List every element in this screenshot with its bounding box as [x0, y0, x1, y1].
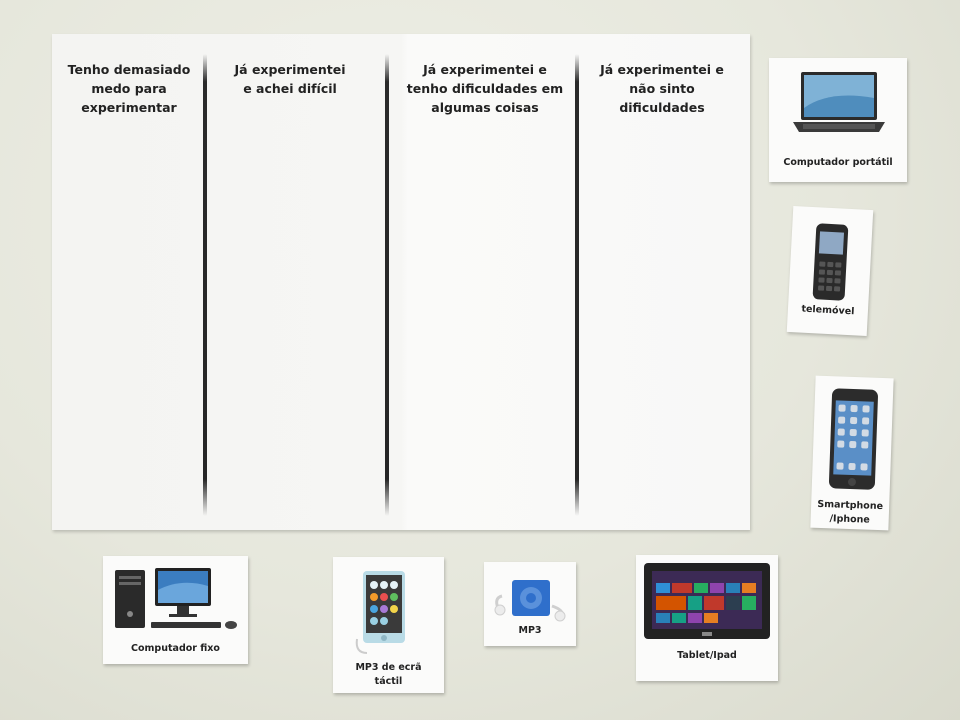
card-label: Computador portátil: [783, 157, 893, 168]
mobile-phone-icon: [812, 223, 849, 301]
card-smartphone[interactable]: Smartphone /Iphone: [810, 375, 894, 531]
card-label: Computador fixo: [131, 643, 220, 654]
column-title-found-difficult: Já experimentei e achei difícil: [234, 62, 346, 96]
card-mp3[interactable]: MP3: [484, 562, 576, 646]
card-mobile-phone[interactable]: telemóvel: [786, 205, 874, 337]
smartphone-icon: [828, 388, 878, 490]
column-divider: [203, 54, 207, 516]
column-title-no-difficulties: Já experimentei e não sinto dificuldades: [600, 62, 724, 115]
card-label: MP3: [518, 625, 542, 636]
mp3-touch-icon: [355, 571, 405, 654]
card-laptop[interactable]: Computador portátil: [769, 58, 907, 182]
mp3-player-icon: [494, 580, 566, 622]
column-divider: [575, 54, 579, 516]
desktop-computer-icon: [115, 568, 237, 629]
tablet-icon: [644, 563, 770, 639]
card-label: telemóvel: [801, 303, 855, 318]
card-desktop-computer[interactable]: Computador fixo: [103, 556, 248, 664]
card-tablet[interactable]: Tablet/Ipad: [636, 555, 778, 681]
card-label: Smartphone /Iphone: [817, 498, 884, 526]
card-label: Tablet/Ipad: [677, 650, 737, 661]
category-poster: Tenho demasiado medo para experimentar J…: [52, 34, 750, 530]
column-divider: [385, 54, 389, 516]
column-title-too-afraid: Tenho demasiado medo para experimentar: [67, 62, 191, 115]
card-mp3-touch[interactable]: MP3 de ecrã táctil: [333, 557, 444, 693]
column-title-some-difficulties: Já experimentei e tenho dificuldades em …: [406, 62, 564, 115]
laptop-icon: [793, 72, 885, 132]
card-label: MP3 de ecrã táctil: [355, 662, 422, 687]
